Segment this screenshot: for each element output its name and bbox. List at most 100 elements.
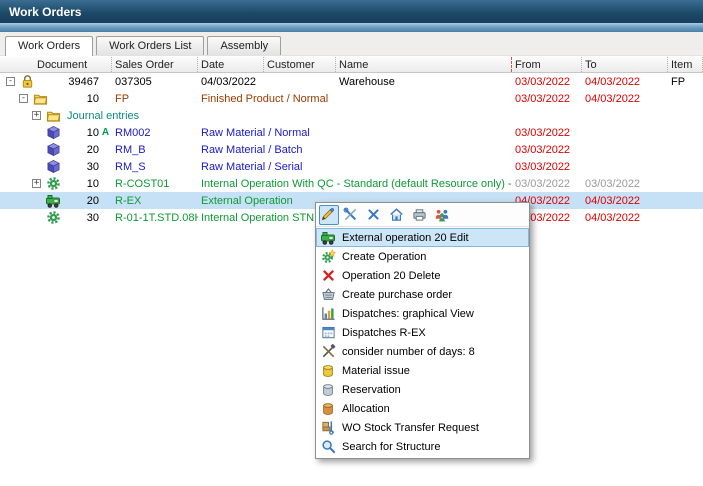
cell-to: 04/03/2022 <box>582 90 668 107</box>
column-header-name[interactable]: Name <box>336 57 512 72</box>
cell-to: 04/03/2022 <box>582 209 668 226</box>
menu-item-allocation[interactable]: Allocation <box>316 399 529 418</box>
column-header-date[interactable]: Date <box>198 57 264 72</box>
menu-item-search-for-structure[interactable]: Search for Structure <box>316 437 529 456</box>
context-menu: External operation 20 Edit Create Operati… <box>315 202 530 459</box>
collapse-icon[interactable]: - <box>6 77 15 86</box>
cube-icon <box>45 142 61 158</box>
cell-from: 03/03/2022 <box>512 73 582 90</box>
tab-work-orders-list[interactable]: Work Orders List <box>96 36 204 55</box>
table-row-r-cost01[interactable]: +10R-COST01Internal Operation With QC - … <box>0 175 703 192</box>
cell-sales-order: FP <box>112 90 198 107</box>
menu-item-operation-20-delete[interactable]: Operation 20 Delete <box>316 266 529 285</box>
cell-tree: 10A <box>0 124 112 141</box>
transfer-icon <box>320 420 336 436</box>
cell-from: 03/03/2022 <box>512 141 582 158</box>
tab-work-orders[interactable]: Work Orders <box>5 36 93 56</box>
collapse-icon[interactable]: - <box>19 94 28 103</box>
menu-toolbar-users-button[interactable] <box>434 205 454 225</box>
menu-item-label: Dispatches R-EX <box>342 327 426 339</box>
cell-from: 03/03/2022 <box>512 90 582 107</box>
menu-toolbar-machine-small-button[interactable] <box>411 205 431 225</box>
cell-tree: 30 <box>0 158 112 175</box>
cart-icon <box>320 287 336 303</box>
delete-icon <box>320 268 336 284</box>
tab-assembly[interactable]: Assembly <box>207 36 281 55</box>
expand-icon[interactable]: + <box>32 179 41 188</box>
menu-toolbar-cancel-button[interactable] <box>365 205 385 225</box>
menu-toolbar-edit-button[interactable] <box>319 205 339 225</box>
cell-document: 39467 <box>68 76 99 88</box>
cell-from: 03/03/2022 <box>512 158 582 175</box>
users-icon <box>434 207 450 223</box>
menu-item-consider-number-of-days-8[interactable]: consider number of days: 8 <box>316 342 529 361</box>
cell-customer <box>264 73 336 90</box>
menu-item-dispatches-r-ex[interactable]: Dispatches R-EX <box>316 323 529 342</box>
cell-tree: -10 <box>0 90 112 107</box>
chart-icon <box>320 306 336 322</box>
cell-sales-order: R-COST01 <box>112 175 198 192</box>
menu-item-label: WO Stock Transfer Request <box>342 422 479 434</box>
menu-item-label: External operation 20 Edit <box>342 232 469 244</box>
menu-item-external-operation-20-edit[interactable]: External operation 20 Edit <box>316 228 529 247</box>
menu-item-label: Material issue <box>342 365 410 377</box>
menu-item-wo-stock-transfer-request[interactable]: WO Stock Transfer Request <box>316 418 529 437</box>
cell-to <box>582 124 668 141</box>
context-menu-items: External operation 20 Edit Create Operati… <box>316 227 529 458</box>
cell-to <box>582 141 668 158</box>
column-header-from[interactable]: From <box>512 57 582 72</box>
reservation-icon <box>320 382 336 398</box>
cell-sales-order: RM_B <box>112 141 198 158</box>
cell-document: 30 <box>87 212 99 224</box>
table-row-037305[interactable]: -3946703730504/03/2022Warehouse03/03/202… <box>0 73 703 90</box>
table-row-rm-b[interactable]: 20 RM_BRaw Material / Batch03/03/2022 <box>0 141 703 158</box>
gear-icon <box>45 210 61 226</box>
table-row-journal-entries[interactable]: + Journal entries <box>0 107 703 124</box>
column-header-customer[interactable]: Customer <box>264 57 336 72</box>
cube-icon <box>45 159 61 175</box>
cell-item <box>668 141 703 158</box>
cell-item <box>668 192 703 209</box>
cancel-icon <box>365 207 381 223</box>
journal-entries-label[interactable]: Journal entries <box>67 110 139 122</box>
column-header-document[interactable]: Document <box>0 57 112 72</box>
gear-icon <box>45 176 61 192</box>
machine-icon <box>320 230 336 246</box>
menu-item-create-purchase-order[interactable]: Create purchase order <box>316 285 529 304</box>
cell-description: Finished Product / Normal <box>198 90 512 107</box>
cell-to <box>582 158 668 175</box>
cell-tree: 20 <box>0 141 112 158</box>
menu-toolbar-home-button[interactable] <box>388 205 408 225</box>
cell-sales-order: RM002 <box>112 124 198 141</box>
row-flag: A <box>99 127 112 138</box>
cell-description: Raw Material / Batch <box>198 141 512 158</box>
table-row-fp[interactable]: -10FPFinished Product / Normal03/03/2022… <box>0 90 703 107</box>
cell-tree: 30 <box>0 209 112 226</box>
table-row-rm002[interactable]: 10ARM002Raw Material / Normal03/03/2022 <box>0 124 703 141</box>
cell-tree: 20 <box>0 192 112 209</box>
column-header-sales-order[interactable]: Sales Order <box>112 57 198 72</box>
column-header-item[interactable]: Item <box>668 57 703 72</box>
lock-icon <box>19 74 35 90</box>
column-header-to[interactable]: To <box>582 57 668 72</box>
table-header: DocumentSales OrderDateCustomerNameFromT… <box>0 56 703 73</box>
cell-sales-order: 037305 <box>112 73 198 90</box>
menu-item-material-issue[interactable]: Material issue <box>316 361 529 380</box>
cell-description: Raw Material / Normal <box>198 124 512 141</box>
menu-toolbar-tools-button[interactable] <box>342 205 362 225</box>
cell-tree: +Journal entries <box>0 107 112 124</box>
expand-icon[interactable]: + <box>32 111 41 120</box>
window-titlebar: Work Orders <box>0 0 703 23</box>
cell-sales-order: RM_S <box>112 158 198 175</box>
menu-item-dispatches-graphical-view[interactable]: Dispatches: graphical View <box>316 304 529 323</box>
cell-item <box>668 209 703 226</box>
cell-document: 20 <box>87 195 99 207</box>
days-icon <box>320 344 336 360</box>
cell-description: Internal Operation With QC - Standard (d… <box>198 175 512 192</box>
table-row-rm-s[interactable]: 30RM_SRaw Material / Serial03/03/2022 <box>0 158 703 175</box>
cell-document: 20 <box>87 144 99 156</box>
menu-item-reservation[interactable]: Reservation <box>316 380 529 399</box>
menu-item-label: Reservation <box>342 384 401 396</box>
cell-to: 03/03/2022 <box>582 175 668 192</box>
menu-item-create-operation[interactable]: Create Operation <box>316 247 529 266</box>
